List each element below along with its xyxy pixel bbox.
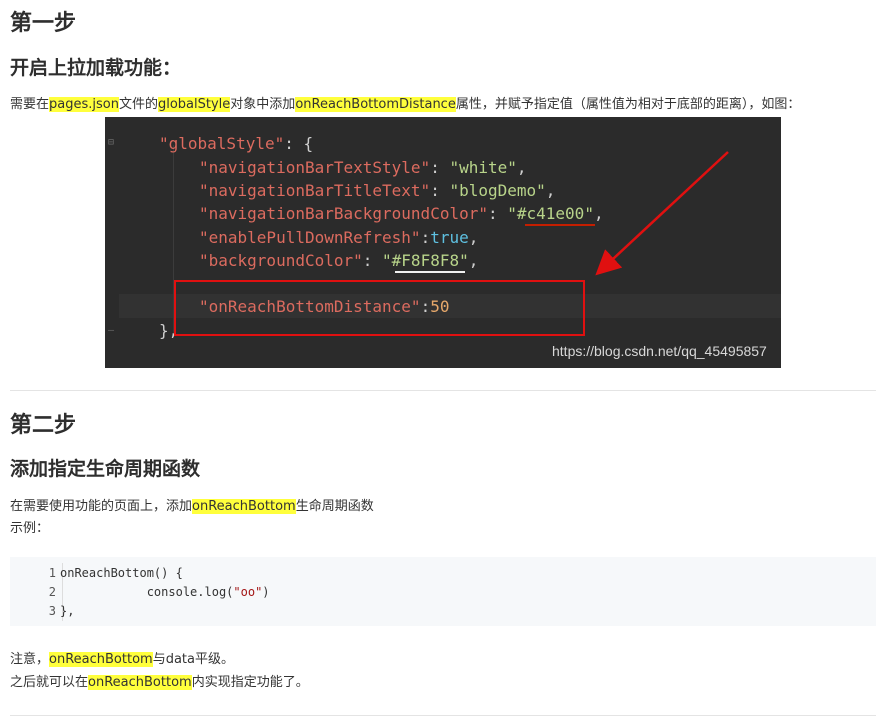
highlight-pages-json: pages.json — [49, 97, 119, 112]
step1-subtitle: 开启上拉加载功能： — [10, 57, 182, 79]
note-1: 注意，onReachBottom与data平级。 — [10, 649, 234, 671]
highlight-onreachbottomdistance: onReachBottomDistance — [295, 97, 456, 112]
watermark: https://blog.csdn.net/qq_45495857 — [552, 343, 767, 359]
note-text: 之后就可以在 — [10, 675, 89, 690]
highlight-onreachbottom: onReachBottom — [49, 652, 153, 667]
highlight-onreachbottom: onReachBottom — [192, 499, 296, 514]
highlight-onreachbottom: onReachBottom — [88, 675, 192, 690]
bottom-divider — [10, 715, 876, 716]
step2-title: 第二步 — [10, 413, 77, 438]
code-line-2: console.log("oo") — [60, 585, 270, 599]
note-text: 注意， — [10, 652, 50, 667]
line-number: 3 — [48, 604, 56, 618]
note-text: 与data平级。 — [152, 652, 234, 667]
annotation-arrow — [595, 151, 729, 276]
highlight-globalstyle: globalStyle — [157, 97, 231, 112]
section-divider — [10, 390, 876, 391]
code-line-3: }, — [60, 604, 75, 618]
desc-text: 对象中添加 — [230, 97, 296, 112]
line-number: 1 — [48, 566, 56, 580]
step1-description: 需要在pages.json文件的globalStyle对象中添加onReachB… — [10, 94, 800, 116]
code-screenshot: ⊟ — "globalStyle": { "navigationBarTextS… — [105, 117, 781, 368]
step2-subtitle: 添加指定生命周期函数 — [10, 458, 201, 480]
desc-text: 文件的 — [118, 97, 158, 112]
code-block: 1 2 3 onReachBottom() { console.log("oo"… — [10, 557, 876, 626]
step2-description: 在需要使用功能的页面上，添加onReachBottom生命周期函数 — [10, 496, 374, 518]
line-number: 2 — [48, 585, 56, 599]
note-2: 之后就可以在onReachBottom内实现指定功能了。 — [10, 672, 309, 694]
desc-text: 在需要使用功能的页面上，添加 — [10, 499, 193, 514]
note-text: 内实现指定功能了。 — [191, 675, 309, 690]
desc-text: 生命周期函数 — [295, 499, 374, 514]
step1-title: 第一步 — [10, 11, 77, 36]
desc-text: 属性，并赋予指定值（属性值为相对于底部的距离），如图： — [455, 97, 801, 112]
desc-text: 需要在 — [10, 97, 50, 112]
example-label: 示例： — [10, 521, 50, 536]
code-line-1: onReachBottom() { — [60, 566, 183, 580]
